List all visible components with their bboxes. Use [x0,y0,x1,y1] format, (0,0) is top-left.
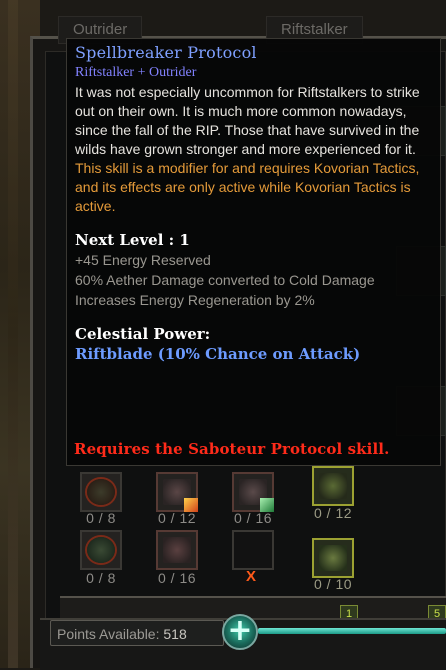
skill-icon [319,545,347,571]
points-value: 518 [163,626,187,642]
requirement-warning: Requires the Saboteur Protocol skill. [74,440,390,458]
tooltip-stat: Increases Energy Regeneration by 2% [75,292,315,308]
skill-orb-icon [87,479,115,505]
skill-tooltip: Spellbreaker Protocol Riftstalker + Outr… [66,38,441,466]
locked-marker: X [246,568,257,585]
skill-rank: 0 / 8 [86,510,116,526]
mastery-progress-line [258,628,446,634]
skill-slot[interactable] [312,466,354,506]
tooltip-celestial-label: Celestial Power: [75,325,211,343]
skill-slot-empty[interactable] [232,530,274,570]
tooltip-modifier-note: This skill is a modifier for and require… [75,160,420,214]
skill-slot[interactable] [80,472,122,512]
points-label: Points Available: [57,626,160,642]
skill-rank: 0 / 8 [86,570,116,586]
skill-slot[interactable] [80,530,122,570]
tooltip-stat: +45 Energy Reserved [75,252,211,268]
skill-rank: 0 / 16 [233,510,273,526]
add-point-button[interactable]: + [222,614,258,650]
skill-orb-icon [87,537,115,563]
tooltip-next-level: Next Level : 1 [75,231,190,249]
tooltip-classes: Riftstalker + Outrider [75,65,197,80]
skill-rank: 0 / 10 [313,576,353,592]
points-available: Points Available: 518 [50,620,224,646]
skill-icon [319,473,347,499]
skill-icon [163,537,191,563]
tooltip-celestial-value: Riftblade (10% Chance on Attack) [75,345,361,363]
tooltip-stat: 60% Aether Damage converted to Cold Dama… [75,272,375,288]
skill-slot[interactable] [312,538,354,578]
skill-rank: 0 / 12 [157,510,197,526]
tooltip-title: Spellbreaker Protocol [75,43,257,62]
skill-slot[interactable] [156,530,198,570]
tooltip-description: It was not especially uncommon for Rifts… [75,84,420,157]
skill-slot[interactable] [232,472,274,512]
skill-rank: 0 / 16 [157,570,197,586]
skill-slot[interactable] [156,472,198,512]
skill-rank: 0 / 12 [313,505,353,521]
